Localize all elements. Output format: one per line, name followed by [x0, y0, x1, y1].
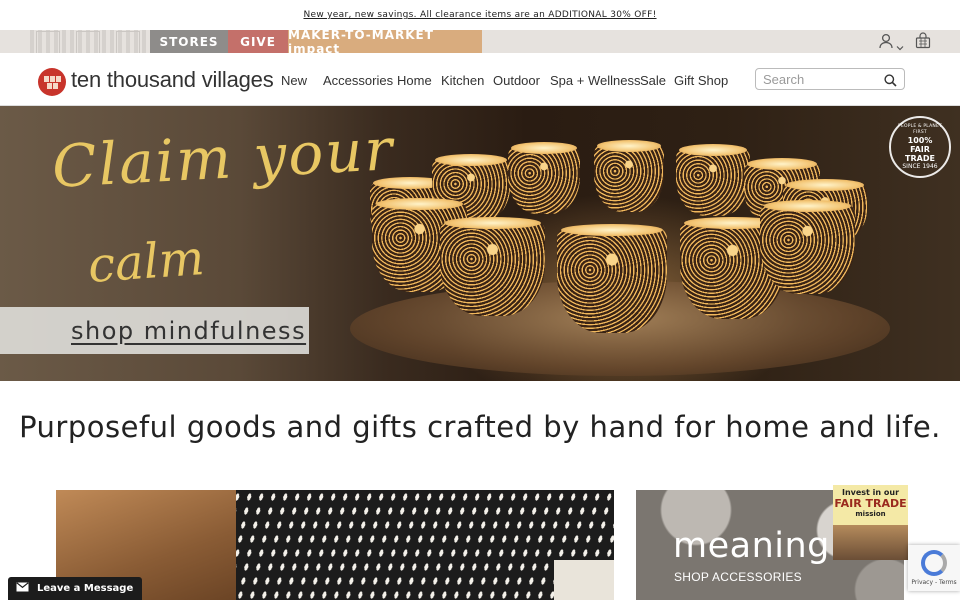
nav-outdoor[interactable]: Outdoor — [493, 73, 540, 88]
badge-line2: FAIR — [910, 144, 930, 154]
cushion-image — [554, 560, 614, 600]
nav-spa-wellness[interactable]: Spa + Wellness — [550, 73, 640, 88]
badge-line1: 100% — [907, 135, 933, 145]
search-icon[interactable] — [884, 72, 897, 91]
promo-text[interactable]: New year, new savings. All clearance ite… — [303, 10, 656, 20]
give-tab[interactable]: GIVE — [228, 30, 288, 53]
fair-trade-badge: PEOPLE & PLANET FIRST 100% FAIR TRADE SI… — [889, 116, 951, 178]
leave-message-label[interactable]: Leave a Message — [37, 583, 133, 594]
card-line2: FAIR TRADE — [834, 497, 907, 510]
candle-holder-image — [760, 200, 855, 294]
account-icon[interactable] — [878, 33, 894, 53]
artisan-photo — [833, 525, 908, 560]
nav-home[interactable]: Home — [397, 73, 432, 88]
fair-trade-mission-card[interactable]: Invest in our FAIR TRADE mission — [833, 485, 908, 560]
nav-accessories[interactable]: Accessories — [323, 73, 393, 88]
pattern-tile — [116, 31, 140, 54]
candle-holder-image — [557, 224, 667, 333]
decorative-pattern — [30, 30, 150, 54]
badge-arc-top: PEOPLE & PLANET FIRST — [898, 123, 942, 135]
candle-holder-image — [508, 142, 580, 214]
recaptcha-icon — [921, 550, 947, 576]
hero-headline-2: calm — [86, 230, 207, 294]
hero-headline: Claim your — [50, 115, 396, 201]
shop-mindfulness-label[interactable]: shop mindfulness — [71, 317, 306, 345]
logo-icon[interactable] — [38, 68, 66, 96]
shop-accessories-link[interactable]: SHOP ACCESSORIES — [674, 570, 802, 584]
leave-message-button[interactable]: Leave a Message — [8, 577, 142, 600]
nav-gift-shop[interactable]: Gift Shop — [674, 73, 728, 88]
candle-holder-image — [440, 217, 545, 316]
badge-line3: TRADE — [905, 153, 935, 163]
search-box[interactable] — [755, 68, 905, 90]
nav-sale[interactable]: Sale — [640, 73, 666, 88]
tagline: Purposeful goods and gifts crafted by ha… — [19, 410, 941, 444]
candle-holder-image — [676, 144, 750, 216]
search-input[interactable] — [763, 71, 878, 87]
nav-kitchen[interactable]: Kitchen — [441, 73, 484, 88]
logo-text[interactable]: ten thousand villages — [71, 67, 274, 93]
pattern-tile — [76, 31, 100, 54]
envelope-icon — [16, 582, 29, 595]
shop-mindfulness-button[interactable]: shop mindfulness — [0, 307, 309, 354]
card-line3: mission — [855, 510, 886, 518]
basket-icon[interactable] — [915, 32, 931, 53]
promo-bar[interactable]: New year, new savings. All clearance ite… — [0, 0, 960, 30]
pattern-tile — [36, 31, 60, 54]
tile-title: meaning — [673, 526, 830, 566]
stores-tab[interactable]: STORES — [150, 30, 228, 53]
recaptcha-links[interactable]: Privacy - Terms — [908, 579, 960, 586]
nav-new[interactable]: New — [281, 73, 307, 88]
recaptcha-widget[interactable]: Privacy - Terms — [908, 545, 960, 591]
candle-holder-image — [594, 140, 664, 212]
badge-arc-bottom: SINCE 1946 — [902, 162, 938, 170]
utility-bar: STORES GIVE MAKER-TO-MARKET impact — [0, 28, 960, 56]
site-header: ten thousand villages New Accessories Ho… — [0, 53, 960, 106]
maker-to-market-tab[interactable]: MAKER-TO-MARKET impact — [288, 28, 482, 56]
hero-banner[interactable]: Claim your calm shop mindfulness PEOPLE … — [0, 106, 960, 381]
